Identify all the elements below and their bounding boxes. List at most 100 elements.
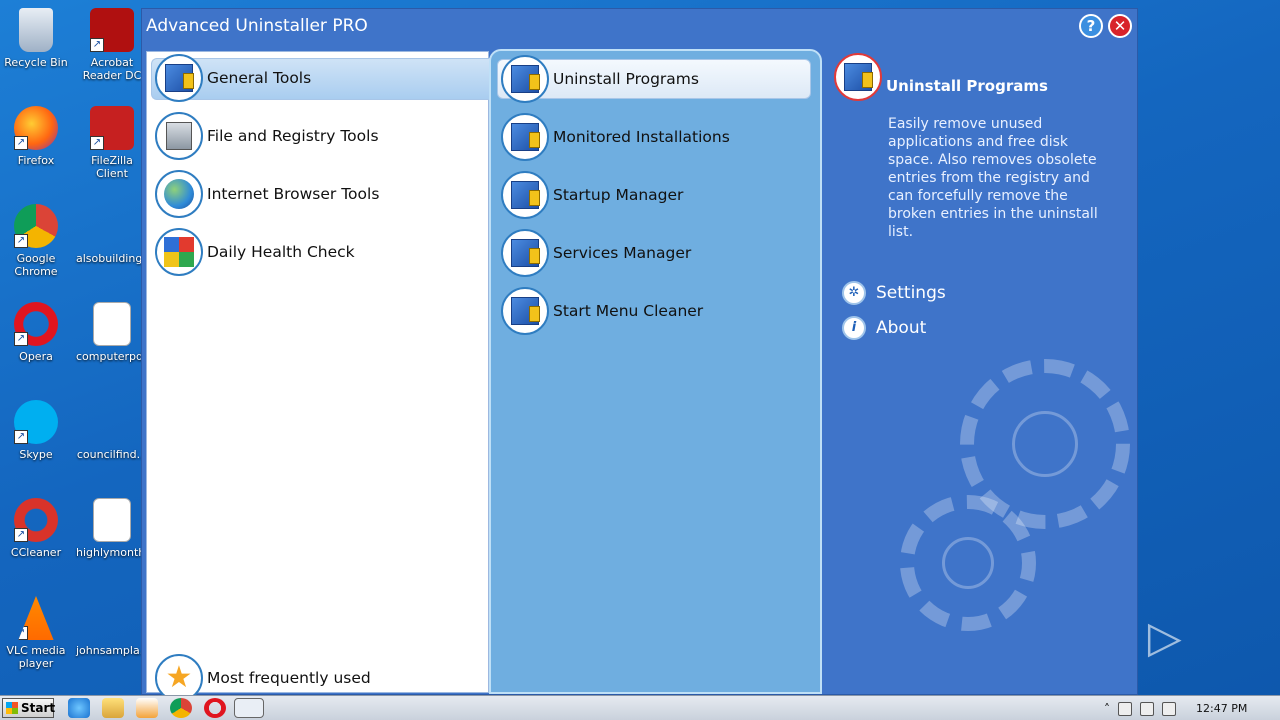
desktop-icon-label: johnsampla... [76,644,151,657]
help-button[interactable]: ? [1079,14,1103,38]
start-menu-cleaner-icon [501,287,549,335]
category-general-tools[interactable]: General Tools [155,54,311,102]
desktop-icon-label: councilfind... [76,448,148,461]
tool-label: Startup Manager [553,186,684,204]
tool-label: Services Manager [553,244,692,262]
desktop-icon-ccleaner[interactable]: ↗ CCleaner [0,498,72,559]
about-label: About [876,318,927,338]
blocks-icon [155,228,203,276]
desktop-icon-vlc[interactable]: ↗ VLC media player [0,596,72,670]
ccleaner-icon: ↗ [14,498,58,542]
opera-icon: ↗ [14,302,58,346]
desktop-icon-recycle-bin[interactable]: Recycle Bin [0,8,72,69]
taskbar: Start ˄ 12:47 PM [0,695,1280,720]
globe-icon [155,170,203,218]
category-label: Internet Browser Tools [207,185,380,203]
close-button[interactable]: ✕ [1108,14,1132,38]
blank-file-icon [90,400,134,444]
about-link[interactable]: i About [842,316,926,340]
desktop-icon-firefox[interactable]: ↗ Firefox [0,106,72,167]
detail-panel: Uninstall Programs Easily remove unused … [834,49,1134,694]
tool-uninstall-programs[interactable]: Uninstall Programs [501,55,699,103]
category-label: General Tools [207,69,312,87]
desktop-icon-label: CCleaner [10,546,62,559]
volume-icon[interactable] [1140,701,1154,716]
desktop-icon-label: FileZilla Client [91,154,133,180]
flag-icon[interactable] [1162,701,1176,716]
app-window: Advanced Uninstaller PRO ? ✕ General Too… [141,8,1138,702]
title-bar: Advanced Uninstaller PRO [142,9,1137,43]
network-icon[interactable] [1118,701,1132,716]
category-daily-health-check[interactable]: Daily Health Check [155,228,355,276]
uninstall-programs-detail-icon [834,53,882,101]
desktop-icon-acrobat[interactable]: ↗ Acrobat Reader DC [76,8,148,82]
word-document-icon [93,498,131,542]
firefox-icon: ↗ [14,106,58,150]
desktop-icon-file[interactable]: councilfind... [76,400,148,461]
desktop-icon-opera[interactable]: ↗ Opera [0,302,72,363]
desktop-icon-word-doc[interactable]: highlymonth... [76,498,156,559]
most-used-label: Most frequently used [207,669,371,687]
tool-startup-manager[interactable]: Startup Manager [501,171,683,219]
vlc-cone-icon: ↗ [18,596,54,640]
settings-link[interactable]: ✲ Settings [842,281,946,305]
window-title: Advanced Uninstaller PRO [146,16,368,36]
chrome-icon: ↗ [14,204,58,248]
desktop-icon-label: Firefox [17,154,55,167]
media-player-icon[interactable] [136,698,158,718]
category-label: File and Registry Tools [207,127,379,145]
desktop-icon-label: Acrobat Reader DC [82,56,142,82]
skype-icon: ↗ [14,400,58,444]
tool-label: Start Menu Cleaner [553,302,704,320]
services-manager-icon [501,229,549,277]
category-panel: General Tools File and Registry Tools In… [146,51,491,702]
desktop-icon-label: Opera [19,350,53,363]
settings-label: Settings [876,283,946,303]
desktop-icon-word-doc[interactable]: computerpd... [76,302,154,363]
word-document-icon [93,302,131,346]
large-gear-hub [1012,411,1078,477]
tools-panel: Uninstall Programs Monitored Installatio… [489,49,822,694]
tool-label: Uninstall Programs [553,70,699,88]
uninstall-programs-icon [501,55,549,103]
detail-description: Easily remove unused applications and fr… [888,116,1098,240]
chevron-up-icon[interactable]: ˄ [1104,702,1110,716]
tool-label: Monitored Installations [553,128,730,146]
desktop-icon-skype[interactable]: ↗ Skype [0,400,72,461]
small-gear-hub [942,537,994,589]
tool-start-menu-cleaner[interactable]: Start Menu Cleaner [501,287,703,335]
uninstaller-taskbar-icon[interactable] [234,698,264,718]
desktop-icon-label: Recycle Bin [4,56,68,69]
recycle-bin-icon [19,8,53,52]
category-label: Daily Health Check [207,243,355,261]
desktop-icon-file[interactable]: alsobuilding... [76,204,153,265]
tool-services-manager[interactable]: Services Manager [501,229,691,277]
desktop-icon-filezilla[interactable]: ↗ FileZilla Client [76,106,148,180]
clock[interactable]: 12:47 PM [1196,702,1247,715]
monitored-installations-icon [501,113,549,161]
acrobat-icon: ↗ [90,8,134,52]
toolbox-icon [155,54,203,102]
folder-icon[interactable] [102,698,124,718]
desktop-icon-label: Skype [19,448,53,461]
blank-file-icon [90,204,134,248]
chrome-taskbar-icon[interactable] [170,698,192,718]
desktop-icon-label: VLC media player [6,644,66,670]
blank-file-icon [90,596,134,640]
settings-icon: ✲ [842,281,866,305]
startup-manager-icon [501,171,549,219]
internet-explorer-icon[interactable] [68,698,90,718]
info-icon: i [842,316,866,340]
category-file-registry-tools[interactable]: File and Registry Tools [155,112,379,160]
category-internet-browser-tools[interactable]: Internet Browser Tools [155,170,379,218]
registry-icon [155,112,203,160]
desktop-icon-label: Google Chrome [14,252,58,278]
detail-title: Uninstall Programs [886,77,1048,95]
tool-monitored-installations[interactable]: Monitored Installations [501,113,730,161]
filezilla-icon: ↗ [90,106,134,150]
opera-taskbar-icon[interactable] [204,698,226,718]
system-tray: ˄ 12:47 PM [1104,696,1280,720]
start-button[interactable]: Start [2,698,55,718]
desktop-icon-chrome[interactable]: ↗ Google Chrome [0,204,72,278]
desktop-icon-file[interactable]: johnsampla... [76,596,151,657]
